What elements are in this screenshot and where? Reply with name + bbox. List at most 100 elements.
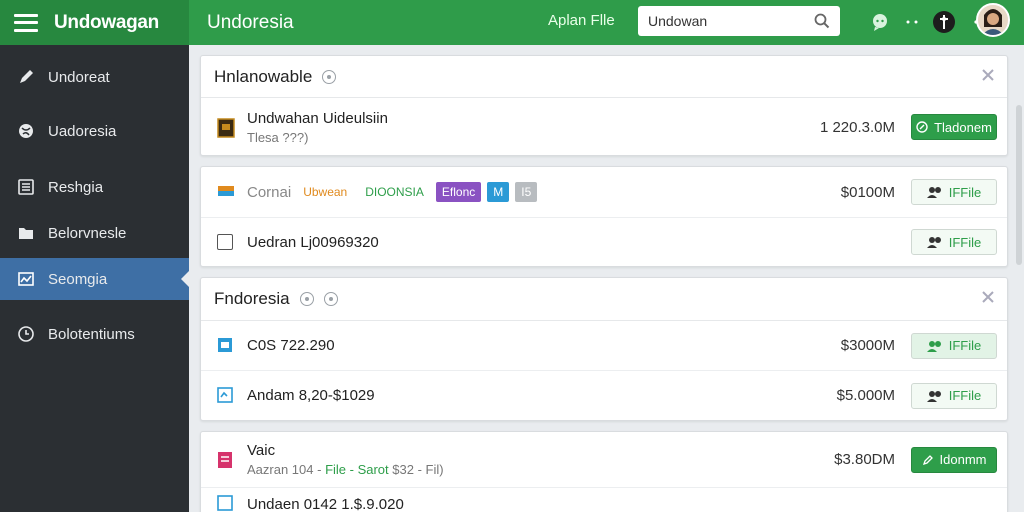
- pen-icon: [922, 454, 933, 465]
- card-3: Fndoresia C0S 722.290 $3000M IFFile Anda…: [200, 277, 1008, 421]
- button-label: IFFile: [948, 388, 982, 403]
- card-header: Hnlanowable: [201, 56, 1007, 98]
- top-bar: Undowagan Undoresia Aplan Flle: [0, 0, 1024, 45]
- file-button[interactable]: IFFile: [911, 382, 997, 409]
- sidebar-item-label: Belorvnesle: [48, 224, 127, 242]
- play-icon[interactable]: [299, 292, 314, 306]
- sidebar-item-reshgia[interactable]: Reshgia: [0, 166, 189, 208]
- sub-mid: - Sarot: [349, 462, 389, 477]
- chart-icon: [16, 269, 36, 289]
- card-title: Fndoresia: [214, 289, 290, 308]
- sidebar-item-uadoresia[interactable]: Uadoresia: [0, 110, 189, 152]
- item-sub: Aazran 104 - File - Sarot $32 - Fil): [247, 462, 444, 477]
- sidebar-item-seomgia[interactable]: Seomgia: [0, 258, 189, 300]
- tag[interactable]: I5: [515, 182, 538, 202]
- sidebar-item-belorvnesle[interactable]: Belorvnesle: [0, 212, 189, 254]
- item-name: Cornai: [247, 183, 292, 201]
- note-icon: [217, 451, 235, 469]
- brand-name: Undowagan: [54, 11, 159, 33]
- sidebar-item-label: Uadoresia: [48, 122, 117, 140]
- sub-prefix: Aazran 104 -: [247, 462, 322, 477]
- pen-icon: [16, 67, 36, 87]
- button-label: Tladonem: [934, 119, 992, 135]
- list-item[interactable]: C0S 722.290 $3000M IFFile: [201, 321, 1007, 371]
- book-icon: [217, 118, 235, 138]
- close-icon[interactable]: [981, 290, 997, 306]
- button-label: IFFile: [948, 234, 982, 250]
- action-button[interactable]: Tladonem: [911, 114, 997, 140]
- button-label: IFFile: [948, 184, 982, 200]
- card-header: Fndoresia: [201, 278, 1007, 321]
- more-icon[interactable]: [896, 6, 928, 38]
- info-icon[interactable]: [323, 292, 338, 306]
- users-icon: [926, 390, 941, 402]
- sub-suffix: $32 - Fil): [392, 462, 444, 477]
- scrollbar[interactable]: [1016, 105, 1022, 265]
- list-item[interactable]: Undaen 0142 1.$.9.020: [201, 488, 1007, 512]
- item-amount: $5.000M: [836, 387, 895, 404]
- item-amount: $3000M: [840, 337, 895, 354]
- card-title: Hnlanowable: [214, 66, 313, 86]
- list-item[interactable]: Vaic Aazran 104 - File - Sarot $32 - Fil…: [201, 432, 1007, 488]
- search-icon[interactable]: [812, 11, 832, 31]
- item-amount: 1 220.3.0M: [819, 118, 895, 136]
- chat-icon[interactable]: [864, 6, 896, 38]
- sub-file[interactable]: File: [325, 462, 346, 477]
- checkbox[interactable]: [217, 234, 233, 250]
- top-icons: [864, 6, 992, 38]
- item-name: Undaen 0142 1.$.9.020: [247, 495, 404, 512]
- item-name: Andam 8,20-$1029: [247, 387, 375, 404]
- sidebar-item-label: Seomgia: [48, 270, 108, 288]
- file-icon: [217, 495, 235, 512]
- sidebar: Undoreat Uadoresia Reshgia Belorvnesle S…: [0, 45, 189, 512]
- list-item[interactable]: Uedran Lj00969320 IFFile: [201, 218, 1007, 266]
- info-icon[interactable]: [322, 69, 337, 84]
- close-icon[interactable]: [981, 68, 997, 84]
- app-title: Undoresia: [207, 11, 294, 33]
- action-button[interactable]: Idonmm: [911, 446, 997, 473]
- search-box: [638, 6, 840, 36]
- top-link[interactable]: Aplan Flle: [548, 12, 615, 29]
- file-icon: [217, 337, 235, 355]
- brand[interactable]: Undowagan: [0, 0, 189, 45]
- item-amount: $3.80DM: [834, 451, 895, 468]
- file-button[interactable]: IFFile: [911, 179, 997, 205]
- search-input[interactable]: [648, 13, 812, 29]
- item-name: C0S 722.290: [247, 337, 335, 354]
- settings-icon[interactable]: [928, 6, 960, 38]
- main-content: Hnlanowable Undwahan Uideulsiin Tlesa ??…: [189, 45, 1024, 512]
- tag[interactable]: Eflonc: [435, 182, 482, 202]
- button-label: Idonmm: [939, 452, 987, 467]
- users-icon: [926, 340, 941, 352]
- tag[interactable]: M: [487, 182, 510, 202]
- list-item[interactable]: Cornai Ubwean DIOONSIA Eflonc M I5 $0100…: [201, 167, 1007, 218]
- list-icon: [16, 177, 36, 197]
- item-name: Vaic: [247, 442, 276, 459]
- card-4: Vaic Aazran 104 - File - Sarot $32 - Fil…: [200, 431, 1008, 512]
- document-icon: [217, 386, 235, 405]
- list-item[interactable]: Andam 8,20-$1029 $5.000M IFFile: [201, 371, 1007, 420]
- file-button[interactable]: IFFile: [911, 229, 997, 255]
- hamburger-menu-icon[interactable]: [14, 13, 38, 32]
- list-item[interactable]: Undwahan Uideulsiin Tlesa ???) 1 220.3.0…: [201, 98, 1007, 156]
- file-button[interactable]: IFFile: [911, 332, 997, 359]
- avatar[interactable]: [976, 3, 1010, 37]
- item-name: Undwahan Uideulsiin: [247, 109, 388, 127]
- tag[interactable]: Ubwean: [297, 182, 353, 202]
- clock-icon: [16, 324, 36, 344]
- layers-icon: [217, 183, 235, 201]
- users-icon: [926, 187, 941, 198]
- sidebar-item-undoreat[interactable]: Undoreat: [0, 56, 189, 98]
- edit-icon: [916, 121, 928, 133]
- tag[interactable]: DIOONSIA: [359, 182, 430, 202]
- item-sub: Tlesa ???): [247, 129, 309, 145]
- button-label: IFFile: [948, 338, 982, 353]
- users-icon: [926, 237, 941, 248]
- sidebar-item-bolotentiums[interactable]: Bolotentiums: [0, 313, 189, 355]
- sidebar-item-label: Undoreat: [48, 68, 110, 86]
- sidebar-item-label: Reshgia: [48, 178, 104, 196]
- item-amount: $0100M: [840, 183, 895, 201]
- card-1: Hnlanowable Undwahan Uideulsiin Tlesa ??…: [200, 55, 1008, 156]
- folder-icon: [16, 223, 36, 243]
- sidebar-item-label: Bolotentiums: [48, 325, 135, 343]
